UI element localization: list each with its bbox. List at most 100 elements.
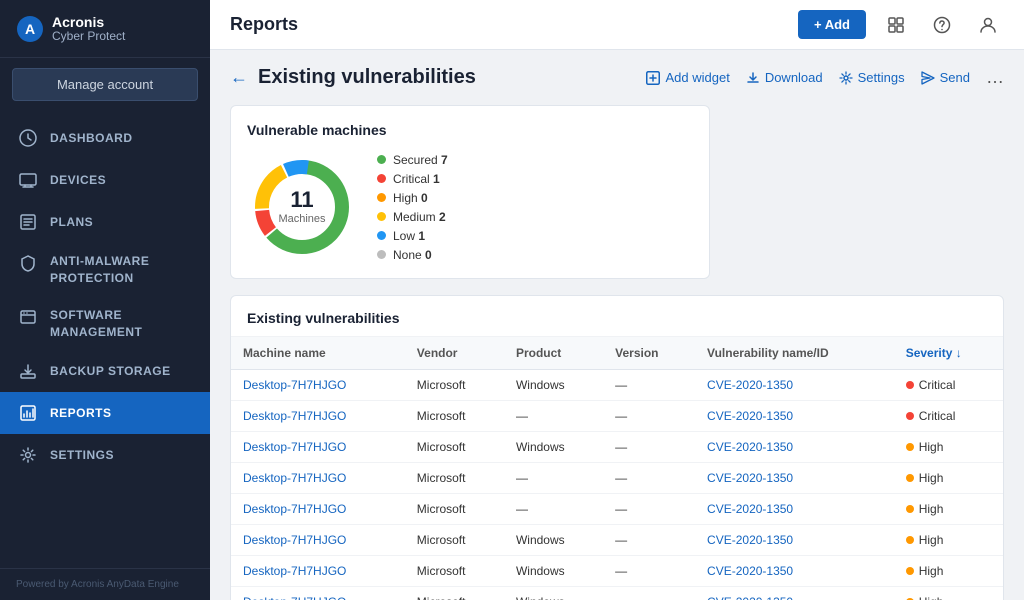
cell-vendor: Microsoft <box>405 556 504 587</box>
sidebar-item-software[interactable]: SOFTWARE MANAGEMENT <box>0 297 210 351</box>
vuln-id-link[interactable]: CVE-2020-1350 <box>707 409 793 423</box>
settings-icon <box>18 445 38 465</box>
legend-dot <box>377 193 386 202</box>
severity-dot <box>906 412 914 420</box>
severity-label: Critical <box>919 409 956 423</box>
grid-view-button[interactable] <box>880 9 912 41</box>
cell-severity: Critical <box>894 401 1003 432</box>
severity-label: High <box>919 502 944 516</box>
user-profile-button[interactable] <box>972 9 1004 41</box>
cell-severity: High <box>894 556 1003 587</box>
table-row: Desktop-7H7HJGO Microsoft Windows — CVE-… <box>231 525 1003 556</box>
add-button[interactable]: + Add <box>798 10 866 39</box>
page-header: ← Existing vulnerabilities Add widget Do… <box>230 66 1004 89</box>
table-row: Desktop-7H7HJGO Microsoft Windows — CVE-… <box>231 587 1003 600</box>
sidebar-item-settings-label: SETTINGS <box>50 448 114 462</box>
vuln-id-link[interactable]: CVE-2020-1350 <box>707 471 793 485</box>
machine-link[interactable]: Desktop-7H7HJGO <box>243 595 346 600</box>
sidebar-item-anti-malware-label: ANTI-MALWARE PROTECTION <box>50 253 192 287</box>
legend-dot <box>377 174 386 183</box>
content-area: ← Existing vulnerabilities Add widget Do… <box>210 50 1024 600</box>
vuln-id-link[interactable]: CVE-2020-1350 <box>707 595 793 600</box>
col-severity[interactable]: Severity ↓ <box>894 337 1003 370</box>
machine-link[interactable]: Desktop-7H7HJGO <box>243 409 346 423</box>
sidebar-item-anti-malware[interactable]: ANTI-MALWARE PROTECTION <box>0 243 210 297</box>
cell-machine[interactable]: Desktop-7H7HJGO <box>231 587 405 600</box>
settings-button[interactable]: Settings <box>839 70 905 85</box>
severity-label: High <box>919 595 944 600</box>
more-options-button[interactable]: … <box>986 67 1004 88</box>
machine-link[interactable]: Desktop-7H7HJGO <box>243 533 346 547</box>
cell-vuln-id[interactable]: CVE-2020-1350 <box>695 525 894 556</box>
donut-label: Machines <box>278 213 325 225</box>
user-icon <box>979 16 997 34</box>
chart-container: 11 Machines Secured 7Critical 1High 0Med… <box>247 152 693 262</box>
sidebar-item-plans[interactable]: PLANS <box>0 201 210 243</box>
vuln-id-link[interactable]: CVE-2020-1350 <box>707 502 793 516</box>
cell-machine[interactable]: Desktop-7H7HJGO <box>231 463 405 494</box>
table-row: Desktop-7H7HJGO Microsoft Windows — CVE-… <box>231 556 1003 587</box>
cell-severity: High <box>894 463 1003 494</box>
cell-machine[interactable]: Desktop-7H7HJGO <box>231 556 405 587</box>
cell-machine[interactable]: Desktop-7H7HJGO <box>231 370 405 401</box>
machine-link[interactable]: Desktop-7H7HJGO <box>243 440 346 454</box>
donut-center: 11 Machines <box>278 189 325 225</box>
cell-machine[interactable]: Desktop-7H7HJGO <box>231 494 405 525</box>
cell-vuln-id[interactable]: CVE-2020-1350 <box>695 401 894 432</box>
sidebar-item-settings[interactable]: SETTINGS <box>0 434 210 476</box>
vuln-id-link[interactable]: CVE-2020-1350 <box>707 564 793 578</box>
add-widget-button[interactable]: Add widget <box>646 70 729 85</box>
cell-vuln-id[interactable]: CVE-2020-1350 <box>695 556 894 587</box>
send-icon <box>921 71 935 85</box>
top-bar-actions: + Add <box>798 9 1004 41</box>
machine-link[interactable]: Desktop-7H7HJGO <box>243 471 346 485</box>
cell-machine[interactable]: Desktop-7H7HJGO <box>231 401 405 432</box>
download-button[interactable]: Download <box>746 70 823 85</box>
sidebar-item-backup[interactable]: BACKUP STORAGE <box>0 350 210 392</box>
cell-vuln-id[interactable]: CVE-2020-1350 <box>695 494 894 525</box>
machine-link[interactable]: Desktop-7H7HJGO <box>243 378 346 392</box>
legend-dot <box>377 212 386 221</box>
machine-link[interactable]: Desktop-7H7HJGO <box>243 502 346 516</box>
send-button[interactable]: Send <box>921 70 970 85</box>
reports-icon <box>18 403 38 423</box>
legend-label: None 0 <box>393 248 432 262</box>
vuln-id-link[interactable]: CVE-2020-1350 <box>707 533 793 547</box>
legend-dot <box>377 231 386 240</box>
acronis-logo-icon: A <box>16 15 44 43</box>
sidebar-item-devices[interactable]: DEVICES <box>0 159 210 201</box>
settings-gear-icon <box>839 71 853 85</box>
vuln-table: Machine name Vendor Product Version Vuln… <box>231 337 1003 600</box>
legend-label: Medium 2 <box>393 210 446 224</box>
sidebar-item-reports[interactable]: REPORTS <box>0 392 210 434</box>
dashboard-icon <box>18 128 38 148</box>
back-button[interactable]: ← <box>230 67 248 88</box>
cell-vuln-id[interactable]: CVE-2020-1350 <box>695 432 894 463</box>
vuln-id-link[interactable]: CVE-2020-1350 <box>707 440 793 454</box>
vuln-id-link[interactable]: CVE-2020-1350 <box>707 378 793 392</box>
cell-vendor: Microsoft <box>405 432 504 463</box>
cell-product: Windows <box>504 556 603 587</box>
legend-label: High 0 <box>393 191 428 205</box>
cell-vuln-id[interactable]: CVE-2020-1350 <box>695 370 894 401</box>
vulnerabilities-card: Existing vulnerabilities Machine name Ve… <box>230 295 1004 600</box>
cell-machine[interactable]: Desktop-7H7HJGO <box>231 525 405 556</box>
manage-account-button[interactable]: Manage account <box>12 68 198 101</box>
sidebar-item-dashboard[interactable]: DASHBOARD <box>0 117 210 159</box>
cell-product: Windows <box>504 525 603 556</box>
cell-machine[interactable]: Desktop-7H7HJGO <box>231 432 405 463</box>
sidebar: A Acronis Cyber Protect Manage account D… <box>0 0 210 600</box>
settings-label: Settings <box>858 70 905 85</box>
legend-label: Low 1 <box>393 229 425 243</box>
help-button[interactable] <box>926 9 958 41</box>
cell-vuln-id[interactable]: CVE-2020-1350 <box>695 463 894 494</box>
cell-version: — <box>603 556 695 587</box>
cell-vuln-id[interactable]: CVE-2020-1350 <box>695 587 894 600</box>
table-header-row: Machine name Vendor Product Version Vuln… <box>231 337 1003 370</box>
cell-vendor: Microsoft <box>405 494 504 525</box>
svg-text:A: A <box>25 21 35 37</box>
table-row: Desktop-7H7HJGO Microsoft — — CVE-2020-1… <box>231 463 1003 494</box>
cell-severity: High <box>894 494 1003 525</box>
machine-link[interactable]: Desktop-7H7HJGO <box>243 564 346 578</box>
download-icon <box>746 71 760 85</box>
